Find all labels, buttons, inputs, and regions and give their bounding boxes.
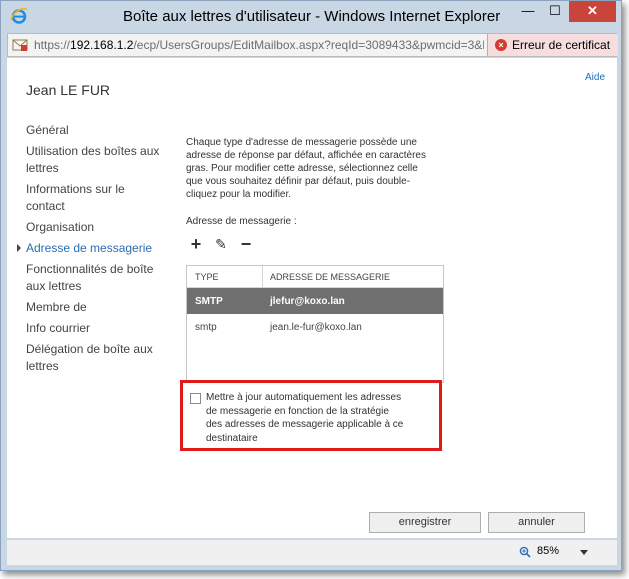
nav-item-mailbox-features[interactable]: Fonctionnalités de boîte aux lettres [26,261,166,295]
auto-update-label[interactable]: Mettre à jour automatiquement les adress… [206,391,406,445]
nav-item-mailbox-usage[interactable]: Utilisation des boîtes aux lettres [26,143,166,177]
add-icon[interactable]: + [188,235,204,253]
maximize-button[interactable]: ☐ [542,1,568,22]
url-path: /ecp/UsersGroups/EditMailbox.aspx?reqId=… [133,38,484,52]
page-content: Aide Jean LE FUR Général Utilisation des… [7,58,617,538]
nav-item-organization[interactable]: Organisation [26,219,166,236]
page-icon [12,39,28,51]
url-scheme: https:// [34,38,71,52]
url-host: 192.168.1.2 [70,38,134,52]
certificate-error-label: Erreur de certificat [512,38,611,52]
title-bar[interactable]: Boîte aux lettres d'utilisateur - Window… [1,1,621,33]
column-divider [262,266,263,288]
zoom-level[interactable]: 85% [537,545,559,557]
zoom-icon[interactable] [519,546,531,558]
sidebar-nav: Général Utilisation des boîtes aux lettr… [17,122,166,379]
table-header: TYPE ADRESSE DE MESSAGERIE [187,266,443,288]
selected-arrow-icon [17,244,21,252]
nav-item-general[interactable]: Général [26,122,166,139]
nav-item-contact-info[interactable]: Informations sur le contact [26,181,166,215]
row-address: jean.le-fur@koxo.lan [270,322,362,333]
minimize-button[interactable]: — [515,1,541,22]
url-text[interactable]: https://192.168.1.2/ecp/UsersGroups/Edit… [34,38,484,52]
column-header-address[interactable]: ADRESSE DE MESSAGERIE [270,272,390,282]
row-address: jlefur@koxo.lan [270,296,345,307]
nav-item-mailbox-delegation[interactable]: Délégation de boîte aux lettres [26,341,166,375]
save-button[interactable]: enregistrer [369,512,481,533]
internet-explorer-icon [10,7,28,24]
cancel-button[interactable]: annuler [488,512,585,533]
nav-item-mail-tip[interactable]: Info courrier [26,320,166,337]
description-text: Chaque type d'adresse de messagerie poss… [186,137,426,200]
edit-pencil-icon[interactable]: ✎ [213,236,229,252]
close-button[interactable]: ✕ [569,1,616,22]
table-row[interactable]: SMTP jlefur@koxo.lan [187,288,443,314]
status-bar: 85% [7,539,617,565]
row-type: SMTP [195,296,223,307]
page-title: Jean LE FUR [26,82,111,98]
help-link[interactable]: Aide [585,72,605,83]
remove-icon[interactable]: − [238,235,254,253]
nav-item-email-address[interactable]: Adresse de messagerie [17,240,166,257]
certificate-error-icon: × [495,39,507,51]
nav-item-email-address-label: Adresse de messagerie [26,241,153,255]
email-addresses-label: Adresse de messagerie : [186,216,297,227]
nav-item-member-of[interactable]: Membre de [26,299,166,316]
auto-update-checkbox[interactable] [190,393,201,404]
zoom-dropdown-icon[interactable] [580,550,588,555]
email-address-table: TYPE ADRESSE DE MESSAGERIE SMTP jlefur@k… [186,265,444,383]
table-row[interactable]: smtp jean.le-fur@koxo.lan [187,314,443,340]
row-type: smtp [195,322,217,333]
address-bar[interactable]: https://192.168.1.2/ecp/UsersGroups/Edit… [7,33,618,57]
window-title: Boîte aux lettres d'utilisateur - Window… [123,8,501,25]
column-header-type[interactable]: TYPE [195,272,219,282]
certificate-error-button[interactable]: × Erreur de certificat [487,34,618,56]
ie-window: Boîte aux lettres d'utilisateur - Window… [0,0,622,571]
